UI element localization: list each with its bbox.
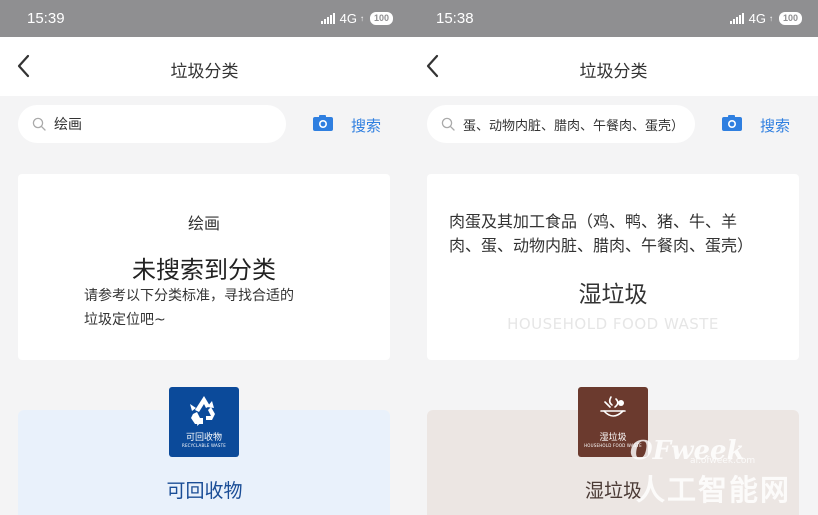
network-type: 4G (748, 11, 766, 26)
camera-icon[interactable] (721, 114, 743, 132)
search-value: 蛋、动物内脏、腊肉、午餐肉、蛋壳） (463, 118, 685, 134)
status-indicators: 4G ↑ 100 (320, 11, 393, 26)
category-label: 可回收物 (166, 480, 243, 502)
search-row: 绘画 搜索 (0, 96, 409, 154)
search-value: 绘画 (54, 117, 82, 133)
status-indicators: 4G ↑ 100 (729, 11, 802, 26)
status-bar: 15:39 4G ↑ 100 (0, 0, 409, 37)
watermark-name: 人工智能网 (636, 473, 792, 507)
recyclable-tile: 可回收物 RECYCLABLE WASTE (169, 387, 239, 457)
search-input[interactable]: 蛋、动物内脏、腊肉、午餐肉、蛋壳） (427, 105, 695, 143)
status-bar: 15:38 4G ↑ 100 (409, 0, 818, 37)
search-icon (32, 117, 46, 131)
search-button[interactable]: 搜索 (760, 115, 790, 136)
nav-bar: 垃圾分类 (0, 37, 409, 96)
category-name-en: HOUSEHOLD FOOD WASTE (507, 315, 719, 333)
page-title: 垃圾分类 (170, 62, 239, 82)
watermark-domain: ai.ofweek.com (690, 456, 756, 466)
search-icon (441, 117, 455, 131)
network-type: 4G (339, 11, 357, 26)
query-text: 绘画 (187, 214, 220, 233)
right-phone-screen: 15:38 4G ↑ 100 垃圾分类 蛋、动物内脏、腊肉、午餐肉、蛋壳） 搜索 … (409, 0, 818, 515)
recycle-icon (190, 396, 215, 426)
page-title: 垃圾分类 (579, 62, 648, 82)
no-result-heading: 未搜索到分类 (132, 256, 276, 284)
search-input[interactable]: 绘画 (18, 105, 286, 143)
result-card: 绘画 未搜索到分类 请参考以下分类标准，寻找合适的 垃圾定位吧~ (18, 174, 390, 360)
battery-icon: 100 (369, 12, 393, 25)
status-time: 15:38 (436, 10, 474, 27)
camera-icon[interactable] (312, 114, 334, 132)
arrows-icon: ↑ (359, 14, 364, 23)
tile-label-cn: 可回收物 (185, 433, 222, 443)
tile-label-en: RECYCLABLE WASTE (181, 443, 227, 448)
hint-line-1: 请参考以下分类标准，寻找合适的 (84, 288, 294, 304)
query-line-1: 肉蛋及其加工食品（鸡、鸭、猪、牛、羊 (449, 212, 738, 231)
arrows-icon: ↑ (768, 14, 773, 23)
watermark: OFweek ai.ofweek.com 人工智能网 (606, 436, 796, 507)
signal-icon (729, 13, 744, 24)
search-row: 蛋、动物内脏、腊肉、午餐肉、蛋壳） 搜索 (409, 96, 818, 154)
query-line-2: 肉、蛋、动物内脏、腊肉、午餐肉、蛋壳） (449, 236, 754, 255)
food-waste-icon (600, 396, 626, 417)
nav-bar: 垃圾分类 (409, 37, 818, 96)
result-card: 肉蛋及其加工食品（鸡、鸭、猪、牛、羊 肉、蛋、动物内脏、腊肉、午餐肉、蛋壳） 湿… (427, 174, 799, 360)
category-name: 湿垃圾 (578, 282, 648, 308)
status-time: 15:39 (27, 10, 65, 27)
signal-icon (320, 13, 335, 24)
search-button[interactable]: 搜索 (351, 115, 381, 136)
hint-line-2: 垃圾定位吧~ (84, 312, 166, 328)
battery-icon: 100 (778, 12, 802, 25)
left-phone-screen: 15:39 4G ↑ 100 垃圾分类 绘画 搜索 绘画 未搜索到分类 请参考以下 (0, 0, 409, 515)
